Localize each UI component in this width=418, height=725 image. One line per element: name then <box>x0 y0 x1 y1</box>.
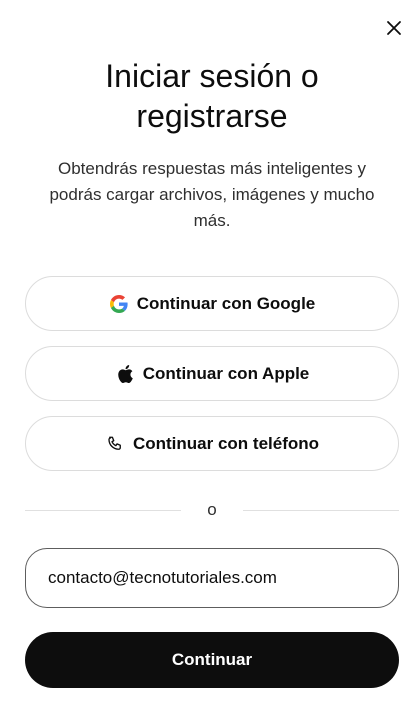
login-modal: Iniciar sesión o registrarse Obtendrás r… <box>0 0 418 725</box>
divider-line-right <box>243 509 399 511</box>
continue-with-phone-button[interactable]: Continuar con teléfono <box>25 416 399 471</box>
modal-subtitle: Obtendrás respuestas más inteligentes y … <box>49 159 375 230</box>
close-icon <box>387 21 401 35</box>
or-divider: o <box>25 500 399 520</box>
modal-title: Iniciar sesión o registrarse <box>105 58 319 134</box>
divider-line-left <box>25 509 181 511</box>
phone-icon <box>105 434 125 454</box>
google-button-label: Continuar con Google <box>136 293 316 313</box>
continue-button[interactable]: Continuar <box>25 632 399 688</box>
phone-button-label: Continuar con teléfono <box>132 433 320 453</box>
divider-label: o <box>207 500 217 519</box>
google-icon <box>109 294 129 314</box>
continue-with-google-button[interactable]: Continuar con Google <box>25 276 399 331</box>
apple-button-label: Continuar con Apple <box>142 363 310 383</box>
email-field[interactable] <box>25 548 399 608</box>
apple-icon <box>115 364 135 384</box>
continue-with-apple-button[interactable]: Continuar con Apple <box>25 346 399 401</box>
close-button[interactable] <box>382 16 406 40</box>
